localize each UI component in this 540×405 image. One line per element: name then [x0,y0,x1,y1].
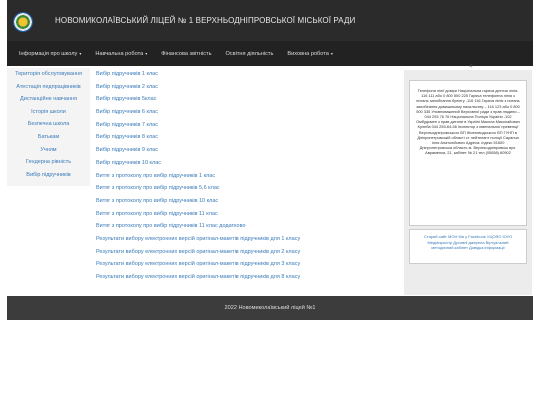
school-emblem-icon[interactable] [13,12,33,32]
sidebar-item-gender[interactable]: Гендерна рівність [7,156,90,169]
document-link[interactable]: Витяг з протоколу про вибір підручників … [96,182,396,195]
useful-links-box: Старий сайт МОН Ми у Facebook УЦОЯО ІОУО… [409,229,527,264]
sidebar-item-safe-school[interactable]: Безпечна школа [7,118,90,131]
collapse-arrow-icon[interactable]: < [469,64,473,70]
chevron-down-icon: ▾ [145,50,148,56]
document-link[interactable]: Вибір підручників 6 клас [96,106,396,119]
document-link[interactable]: Результати вибору електронних версій ори… [96,246,396,259]
document-link[interactable]: Вибір підручників 5клас [96,93,396,106]
sidebar-item-distance-learning[interactable]: Дистанційне навчання [7,93,90,106]
nav-item-label: Навчальна робота [95,50,144,57]
sidebar-item-attestation[interactable]: Атестація педпрацівників [7,81,90,94]
document-link[interactable]: Результати вибору електронних версій ори… [96,258,396,271]
nav-item-label: Виховна робота [287,50,329,57]
sidebar-item-students[interactable]: Учням [7,144,90,157]
document-link[interactable]: Вибір підручників 2 клас [96,81,396,94]
document-link[interactable]: Вибір підручників 10 клас [96,157,396,170]
useful-links[interactable]: Старий сайт МОН Ми у Facebook УЦОЯО ІОУО… [416,234,520,251]
sidebar-item-textbooks[interactable]: Вибір підручників [7,169,90,182]
chevron-down-icon: ▾ [79,50,82,56]
nav-item-label: Фінансова звітність [161,50,212,57]
hotline-info-box: Телефони лінії довіри Національна гаряча… [409,80,527,226]
nav-item-label: Інформація про школу [19,50,78,57]
sidebar: Територія обслуговування Атестація педпр… [7,68,90,186]
hotline-info-text: Телефони лінії довіри Національна гаряча… [416,88,520,156]
chevron-down-icon: ▾ [330,50,333,56]
document-link[interactable]: Результати вибору електронних версій ори… [96,271,396,284]
document-link[interactable]: Витяг з протоколу про вибір підручників … [96,170,396,183]
sidebar-item-history[interactable]: Історія школи [7,106,90,119]
nav-item-activity[interactable]: Освітня діяльність [218,51,280,57]
document-link[interactable]: Вибір підручників 1 клас [96,68,396,81]
document-link[interactable]: Витяг з протоколу про вибір підручників … [96,195,396,208]
site-header: НОВОМИКОЛАЇВСЬКИЙ ЛІЦЕЙ № 1 ВЕРХНЬОДНІПР… [7,0,533,41]
document-link[interactable]: Результати вибору електронних версій ори… [96,233,396,246]
main-navbar: Інформація про школу ▾ Навчальна робота ▾ … [7,41,533,66]
site-footer: 2022 Новомиколаївський ліцей №1 [7,296,533,320]
document-link[interactable]: Витяг з протоколу про вибір підручників … [96,208,396,221]
nav-item-finance[interactable]: Фінансова звітність [154,51,218,57]
main-content: Вибір підручників 1 клас Вибір підручник… [96,68,396,284]
document-link[interactable]: Вибір підручників 9 клас [96,144,396,157]
nav-item-education[interactable]: Навчальна робота ▾ [88,51,154,57]
nav-item-upbringing[interactable]: Виховна робота ▾ [280,51,339,57]
document-link[interactable]: Вибір підручників 7 клас [96,119,396,132]
nav-item-label: Освітня діяльність [225,50,274,57]
footer-copyright: 2022 Новомиколаївський ліцей №1 [224,305,316,311]
sidebar-item-parents[interactable]: Батькам [7,131,90,144]
document-link[interactable]: Витяг з протоколу про вибір підручників … [96,220,396,233]
sidebar-item-territory[interactable]: Територія обслуговування [7,68,90,81]
document-link[interactable]: Вибір підручників 8 клас [96,131,396,144]
site-title[interactable]: НОВОМИКОЛАЇВСЬКИЙ ЛІЦЕЙ № 1 ВЕРХНЬОДНІПР… [55,16,355,25]
nav-item-school-info[interactable]: Інформація про школу ▾ [7,51,88,57]
